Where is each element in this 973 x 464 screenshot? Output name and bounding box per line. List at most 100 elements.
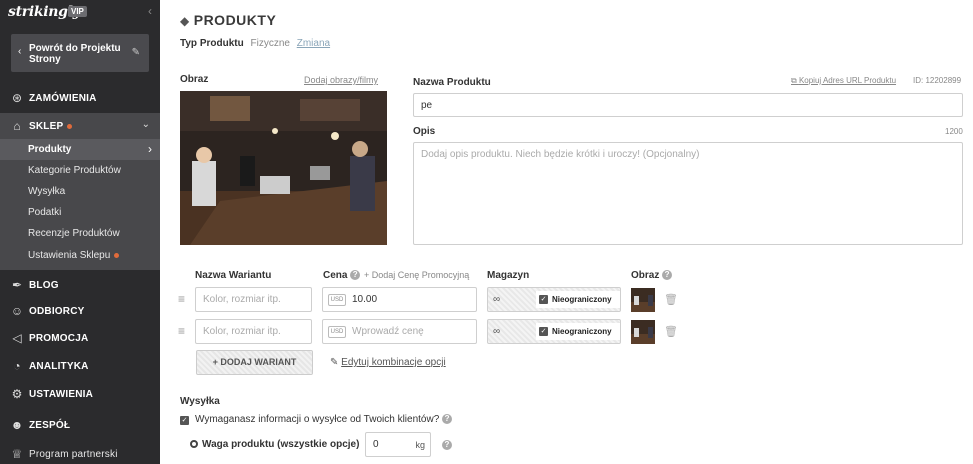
sidebar-subitem-label: Produkty bbox=[28, 144, 72, 155]
sidebar-item-promotion[interactable]: ◁ PROMOCJA bbox=[0, 325, 160, 351]
help-icon[interactable]: ? bbox=[662, 270, 673, 281]
sidebar-subitem-products[interactable]: Produkty › bbox=[0, 139, 160, 160]
require-shipping-label: Wymaganasz informacji o wysyłce od Twoic… bbox=[195, 414, 453, 425]
sidebar-item-partner-program[interactable]: ♕ Program partnerski bbox=[0, 441, 160, 464]
sidebar-item-analytics[interactable]: ◔ ANALITYKA bbox=[0, 353, 160, 379]
checkbox-checked-icon[interactable]: ✓ bbox=[539, 327, 548, 336]
page-title: ◆ PRODUKTY bbox=[180, 12, 277, 28]
chevron-right-icon: › bbox=[148, 142, 152, 156]
help-icon[interactable]: ? bbox=[350, 270, 361, 281]
price-header: Cena ? bbox=[323, 270, 361, 281]
currency-badge: USD bbox=[328, 294, 346, 306]
weight-input[interactable]: 0 kg bbox=[365, 432, 431, 457]
sidebar-subitem-shop-settings[interactable]: Ustawienia Sklepu bbox=[0, 245, 160, 266]
sidebar-subitem-shipping[interactable]: Wysyłka bbox=[0, 181, 160, 202]
description-label: Opis bbox=[413, 126, 436, 137]
stock-value: ∞ bbox=[493, 294, 501, 305]
sidebar-item-audience[interactable]: ☺ ODBIORCY bbox=[0, 298, 160, 324]
stock-value: ∞ bbox=[493, 326, 501, 337]
product-name-input[interactable]: pe bbox=[413, 93, 963, 117]
sidebar-item-settings[interactable]: ⚙ USTAWIENIA bbox=[0, 381, 160, 407]
variant-image-thumb[interactable] bbox=[631, 288, 655, 312]
trash-icon[interactable]: 🗑 bbox=[664, 293, 678, 306]
shipping-title: Wysyłka bbox=[180, 396, 220, 407]
vip-badge: VIP bbox=[68, 6, 87, 17]
sidebar-item-blog[interactable]: ✒ BLOG bbox=[0, 272, 160, 298]
back-to-site-button[interactable]: ‹ Powrót do Projektu Strony ✎ bbox=[11, 34, 149, 72]
product-image[interactable] bbox=[180, 91, 387, 245]
product-type-label: Typ Produktu bbox=[180, 38, 244, 49]
tag-icon: ◆ bbox=[180, 14, 190, 28]
variant-price-value: 10.00 bbox=[352, 294, 378, 305]
team-icon: ☻ bbox=[10, 418, 24, 432]
quill-icon: ✒ bbox=[11, 278, 23, 292]
drag-handle-icon[interactable]: ≡ bbox=[178, 324, 185, 338]
unlimited-checkbox-wrap[interactable]: ✓ Nieograniczony bbox=[536, 323, 620, 340]
description-placeholder: Dodaj opis produktu. Niech będzie krótki… bbox=[421, 149, 700, 160]
sidebar-subitem-reviews[interactable]: Recenzje Produktów bbox=[0, 223, 160, 244]
variant-stock-field[interactable]: ∞ ✓ Nieograniczony bbox=[487, 319, 621, 344]
notification-dot bbox=[114, 252, 120, 258]
sidebar-subitem-taxes[interactable]: Podatki bbox=[0, 202, 160, 223]
store-icon: ⌂ bbox=[13, 119, 21, 133]
variant-image-header: Obraz ? bbox=[631, 270, 673, 281]
weight-radio[interactable] bbox=[190, 440, 198, 448]
sidebar-item-orders[interactable]: ⊛ ZAMÓWIENIA bbox=[0, 85, 160, 111]
unlimited-label: Nieograniczony bbox=[552, 295, 612, 304]
product-type: Typ Produktu Fizyczne Zmiana bbox=[180, 38, 330, 49]
chevron-down-icon: ⌄ bbox=[141, 119, 150, 130]
change-type-link[interactable]: Zmiana bbox=[297, 38, 330, 49]
back-to-site-label: Powrót do Projektu Strony bbox=[29, 43, 121, 65]
variant-name-input[interactable]: Kolor, rozmiar itp. bbox=[195, 287, 312, 312]
trophy-icon: ♕ bbox=[11, 447, 23, 461]
checkbox-checked-icon[interactable]: ✓ bbox=[539, 295, 548, 304]
variant-name-placeholder: Kolor, rozmiar itp. bbox=[203, 294, 281, 305]
trash-icon[interactable]: 🗑 bbox=[664, 325, 678, 338]
sidebar-subitem-label: Wysyłka bbox=[28, 186, 66, 197]
sidebar-item-label: ZAMÓWIENIA bbox=[29, 93, 97, 104]
variant-name-input[interactable]: Kolor, rozmiar itp. bbox=[195, 319, 312, 344]
sidebar-item-shop[interactable]: ⌂ SKLEP ⌄ bbox=[0, 113, 160, 139]
edit-site-icon: ✎ bbox=[131, 47, 140, 58]
sidebar-subitem-label: Ustawienia Sklepu bbox=[28, 250, 120, 261]
help-icon[interactable]: ? bbox=[442, 440, 452, 450]
sidebar-item-label: ANALITYKA bbox=[29, 361, 89, 372]
edit-icon: ✎ bbox=[330, 357, 342, 368]
sidebar-subitem-label: Recenzje Produktów bbox=[28, 228, 120, 239]
require-shipping-checkbox[interactable]: ✓ bbox=[180, 416, 189, 425]
chart-pie-icon: ◔ bbox=[13, 359, 21, 373]
help-icon[interactable]: ? bbox=[442, 414, 453, 425]
sidebar-item-label: BLOG bbox=[29, 280, 59, 291]
variant-image-thumb[interactable] bbox=[631, 320, 655, 344]
sidebar-subitem-categories[interactable]: Kategorie Produktów bbox=[0, 160, 160, 181]
variant-stock-field[interactable]: ∞ ✓ Nieograniczony bbox=[487, 287, 621, 312]
variant-price-placeholder: Wprowadź cenę bbox=[352, 326, 424, 337]
add-media-link[interactable]: Dodaj obrazy/filmy bbox=[304, 75, 378, 85]
dollar-circle-icon: ⊛ bbox=[11, 91, 23, 105]
sidebar: strikingly VIP ‹ ‹ Powrót do Projektu St… bbox=[0, 0, 160, 464]
image-label: Obraz bbox=[180, 74, 209, 85]
thumb-graphic bbox=[631, 288, 655, 312]
gear-icon: ⚙ bbox=[11, 387, 23, 401]
sidebar-item-team[interactable]: ☻ ZESPÓŁ bbox=[0, 412, 160, 438]
collapse-sidebar-icon[interactable]: ‹ bbox=[148, 4, 152, 18]
variant-name-placeholder: Kolor, rozmiar itp. bbox=[203, 326, 281, 337]
unlimited-checkbox-wrap[interactable]: ✓ Nieograniczony bbox=[536, 291, 620, 308]
product-name-label: Nazwa Produktu bbox=[413, 77, 491, 88]
weight-unit: kg bbox=[415, 440, 425, 450]
add-promo-price-link[interactable]: + Dodaj Cenę Promocyjną bbox=[364, 270, 469, 280]
variant-price-input[interactable]: USD 10.00 bbox=[322, 287, 477, 312]
product-id: ID: 12202899 bbox=[913, 76, 962, 85]
stock-header: Magazyn bbox=[487, 270, 530, 281]
variant-price-input[interactable]: USD Wprowadź cenę bbox=[322, 319, 477, 344]
drag-handle-icon[interactable]: ≡ bbox=[178, 292, 185, 306]
edit-combinations-link[interactable]: ✎ Edytuj kombinacje opcji bbox=[330, 357, 446, 368]
add-variant-button[interactable]: + DODAJ WARIANT bbox=[196, 350, 313, 375]
copy-url-link[interactable]: ⧉ Kopiuj Adres URL Produktu bbox=[791, 76, 896, 86]
notification-dot bbox=[67, 123, 73, 129]
description-textarea[interactable]: Dodaj opis produktu. Niech będzie krótki… bbox=[413, 142, 963, 245]
sidebar-subitem-label: Podatki bbox=[28, 207, 62, 218]
sidebar-item-label: SKLEP bbox=[29, 121, 73, 132]
sidebar-item-label: PROMOCJA bbox=[29, 333, 89, 344]
sidebar-item-label: ODBIORCY bbox=[29, 306, 85, 317]
